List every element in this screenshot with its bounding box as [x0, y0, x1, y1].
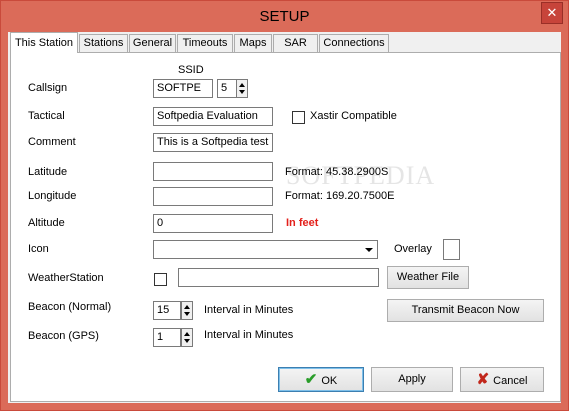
- altitude-unit: In feet: [286, 217, 319, 229]
- tactical-label: Tactical: [28, 110, 65, 122]
- tab-connections[interactable]: Connections: [319, 34, 389, 52]
- overlay-input[interactable]: [443, 239, 460, 260]
- tab-general[interactable]: General: [129, 34, 176, 52]
- apply-button[interactable]: Apply: [371, 367, 453, 392]
- xastir-checkbox[interactable]: [292, 111, 305, 124]
- longitude-input[interactable]: [153, 187, 273, 206]
- tab-maps[interactable]: Maps: [234, 34, 272, 52]
- longitude-format-hint: Format: 169.20.7500E: [285, 190, 395, 202]
- beacon-normal-label: Beacon (Normal): [28, 301, 112, 313]
- callsign-label: Callsign: [28, 82, 68, 94]
- checkmark-icon: ✔: [304, 371, 318, 388]
- tab-stations[interactable]: Stations: [79, 34, 128, 52]
- cancel-label: Cancel: [493, 375, 528, 387]
- overlay-label: Overlay: [394, 243, 432, 255]
- beacon-gps-label: Beacon (GPS): [28, 330, 99, 342]
- beacon-normal-input[interactable]: 15: [153, 301, 181, 320]
- ssid-label: SSID: [178, 64, 204, 76]
- dialog-body: This Station Stations General Timeouts M…: [8, 32, 561, 403]
- beacon-normal-interval-label: Interval in Minutes: [204, 304, 294, 316]
- weather-file-button[interactable]: Weather File: [387, 266, 469, 289]
- setup-window: SETUP ✕ This Station Stations General Ti…: [0, 0, 569, 411]
- ssid-spinner[interactable]: [236, 79, 248, 98]
- longitude-label: Longitude: [28, 190, 77, 202]
- comment-input[interactable]: This is a Softpedia test: [153, 133, 273, 152]
- title-bar[interactable]: SETUP ✕: [1, 1, 568, 32]
- ok-label: OK: [321, 375, 338, 387]
- beacon-gps-input[interactable]: 1: [153, 328, 181, 347]
- x-icon: ✘: [476, 371, 490, 388]
- altitude-input[interactable]: 0: [153, 214, 273, 233]
- weather-file-input[interactable]: [178, 268, 379, 287]
- beacon-normal-spinner[interactable]: [181, 301, 193, 320]
- comment-label: Comment: [28, 136, 76, 148]
- tab-timeouts[interactable]: Timeouts: [177, 34, 233, 52]
- transmit-beacon-button[interactable]: Transmit Beacon Now: [387, 299, 544, 322]
- callsign-input[interactable]: SOFTPE: [153, 79, 213, 98]
- icon-label: Icon: [28, 243, 49, 255]
- altitude-label: Altitude: [28, 217, 65, 229]
- latitude-label: Latitude: [28, 166, 68, 178]
- weatherstation-label: WeatherStation: [28, 272, 104, 284]
- weatherstation-checkbox[interactable]: [154, 273, 167, 286]
- tab-panel: SOFTPEDIA SSID Callsign SOFTPE 5 Tactica…: [10, 52, 561, 402]
- tab-this-station[interactable]: This Station: [10, 32, 78, 53]
- chevron-down-icon[interactable]: [361, 241, 377, 258]
- beacon-gps-interval-label: Interval in Minutes: [204, 329, 294, 341]
- icon-select[interactable]: [153, 240, 378, 259]
- ok-button[interactable]: ✔ OK: [278, 367, 364, 392]
- cancel-button[interactable]: ✘ Cancel: [460, 367, 544, 392]
- latitude-format-hint: Format: 45.38.2900S: [285, 166, 389, 178]
- tab-sar[interactable]: SAR: [273, 34, 318, 52]
- beacon-gps-spinner[interactable]: [181, 328, 193, 347]
- close-icon[interactable]: ✕: [541, 2, 563, 24]
- xastir-label: Xastir Compatible: [310, 110, 397, 122]
- latitude-input[interactable]: [153, 162, 273, 181]
- window-title: SETUP: [259, 8, 310, 25]
- tactical-input[interactable]: Softpedia Evaluation: [153, 107, 273, 126]
